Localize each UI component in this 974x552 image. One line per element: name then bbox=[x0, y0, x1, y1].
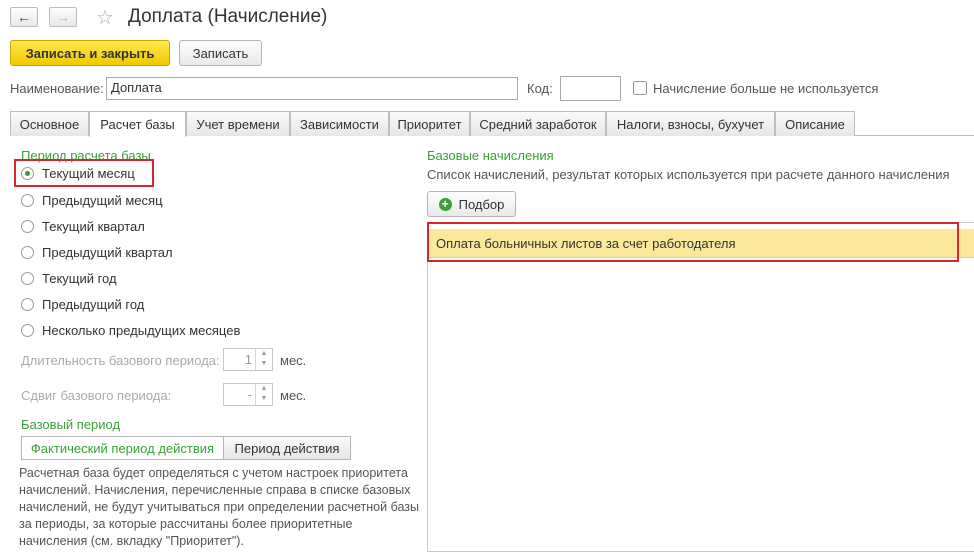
star-icon[interactable]: ☆ bbox=[96, 5, 114, 30]
base-period-group-title: Базовый период bbox=[21, 417, 121, 432]
tab-description[interactable]: Описание bbox=[775, 111, 855, 136]
save-and-close-button[interactable]: Записать и закрыть bbox=[10, 40, 170, 66]
page-title: Доплата (Начисление) bbox=[128, 6, 328, 27]
tab-average-earnings[interactable]: Средний заработок bbox=[470, 111, 606, 136]
radio-current-year[interactable]: Текущий год bbox=[21, 269, 117, 287]
chevron-down-icon[interactable]: ▼ bbox=[256, 359, 272, 369]
shift-unit: мес. bbox=[280, 388, 307, 403]
name-label: Наименование: bbox=[10, 81, 104, 96]
duration-value: 1 bbox=[244, 352, 252, 367]
forward-button[interactable]: → bbox=[49, 7, 77, 27]
radio-label: Предыдущий год bbox=[42, 296, 145, 312]
tab-taxes[interactable]: Налоги, взносы, бухучет bbox=[606, 111, 775, 136]
radio-label: Несколько предыдущих месяцев bbox=[42, 322, 241, 338]
base-accruals-subtitle: Список начислений, результат которых исп… bbox=[427, 167, 950, 182]
highlight-frame-current-month bbox=[14, 159, 154, 187]
pick-label: Подбор bbox=[458, 196, 505, 212]
shift-stepper[interactable]: - ▲ ▼ bbox=[223, 383, 273, 406]
tab-time-tracking[interactable]: Учет времени bbox=[186, 111, 290, 136]
base-accruals-group-title: Базовые начисления bbox=[427, 148, 554, 163]
name-input[interactable]: Доплата bbox=[106, 77, 518, 100]
arrow-left-icon: ← bbox=[17, 9, 31, 25]
tab-dependencies[interactable]: Зависимости bbox=[290, 111, 389, 136]
highlight-frame-accrual-row bbox=[427, 222, 959, 262]
option-action-period[interactable]: Период действия bbox=[223, 436, 351, 460]
tab-main[interactable]: Основное bbox=[10, 111, 89, 136]
radio-label: Текущий год bbox=[42, 270, 117, 286]
radio-current-quarter[interactable]: Текущий квартал bbox=[21, 217, 145, 235]
duration-label: Длительность базового периода: bbox=[21, 353, 220, 368]
radio-previous-quarter[interactable]: Предыдущий квартал bbox=[21, 243, 173, 261]
pick-button[interactable]: + Подбор bbox=[427, 191, 516, 217]
radio-button[interactable] bbox=[21, 297, 34, 311]
radio-label: Предыдущий квартал bbox=[42, 244, 173, 260]
code-label: Код: bbox=[527, 81, 553, 96]
radio-button[interactable] bbox=[21, 323, 34, 337]
radio-button[interactable] bbox=[21, 219, 34, 233]
stepper-arrows[interactable]: ▲ ▼ bbox=[255, 349, 272, 370]
radio-several-months[interactable]: Несколько предыдущих месяцев bbox=[21, 321, 240, 339]
radio-label: Предыдущий месяц bbox=[42, 192, 163, 208]
chevron-up-icon[interactable]: ▲ bbox=[256, 349, 272, 359]
shift-label: Сдвиг базового периода: bbox=[21, 388, 172, 403]
unused-label: Начисление больше не используется bbox=[653, 81, 879, 96]
shift-value: - bbox=[247, 387, 252, 402]
radio-button[interactable] bbox=[21, 245, 34, 259]
plus-circle-icon: + bbox=[438, 197, 452, 211]
base-period-description: Расчетная база будет определяться с учет… bbox=[19, 466, 419, 548]
radio-label: Текущий квартал bbox=[42, 218, 145, 234]
radio-previous-month[interactable]: Предыдущий месяц bbox=[21, 191, 163, 209]
duration-unit: мес. bbox=[280, 353, 307, 368]
tab-base-calculation[interactable]: Расчет базы bbox=[89, 111, 186, 137]
chevron-up-icon[interactable]: ▲ bbox=[256, 384, 272, 394]
save-button[interactable]: Записать bbox=[179, 40, 262, 66]
stepper-arrows[interactable]: ▲ ▼ bbox=[255, 384, 272, 405]
radio-previous-year[interactable]: Предыдущий год bbox=[21, 295, 144, 313]
base-accruals-list[interactable]: Оплата больничных листов за счет работод… bbox=[427, 222, 974, 552]
duration-stepper[interactable]: 1 ▲ ▼ bbox=[223, 348, 273, 371]
back-button[interactable]: ← bbox=[10, 7, 38, 27]
arrow-right-icon: → bbox=[56, 9, 70, 25]
tab-priority[interactable]: Приоритет bbox=[389, 111, 470, 136]
code-input[interactable] bbox=[560, 76, 621, 101]
radio-button[interactable] bbox=[21, 193, 34, 207]
chevron-down-icon[interactable]: ▼ bbox=[256, 394, 272, 404]
radio-button[interactable] bbox=[21, 271, 34, 285]
option-actual-period[interactable]: Фактический период действия bbox=[21, 436, 224, 460]
unused-checkbox[interactable] bbox=[633, 81, 647, 95]
